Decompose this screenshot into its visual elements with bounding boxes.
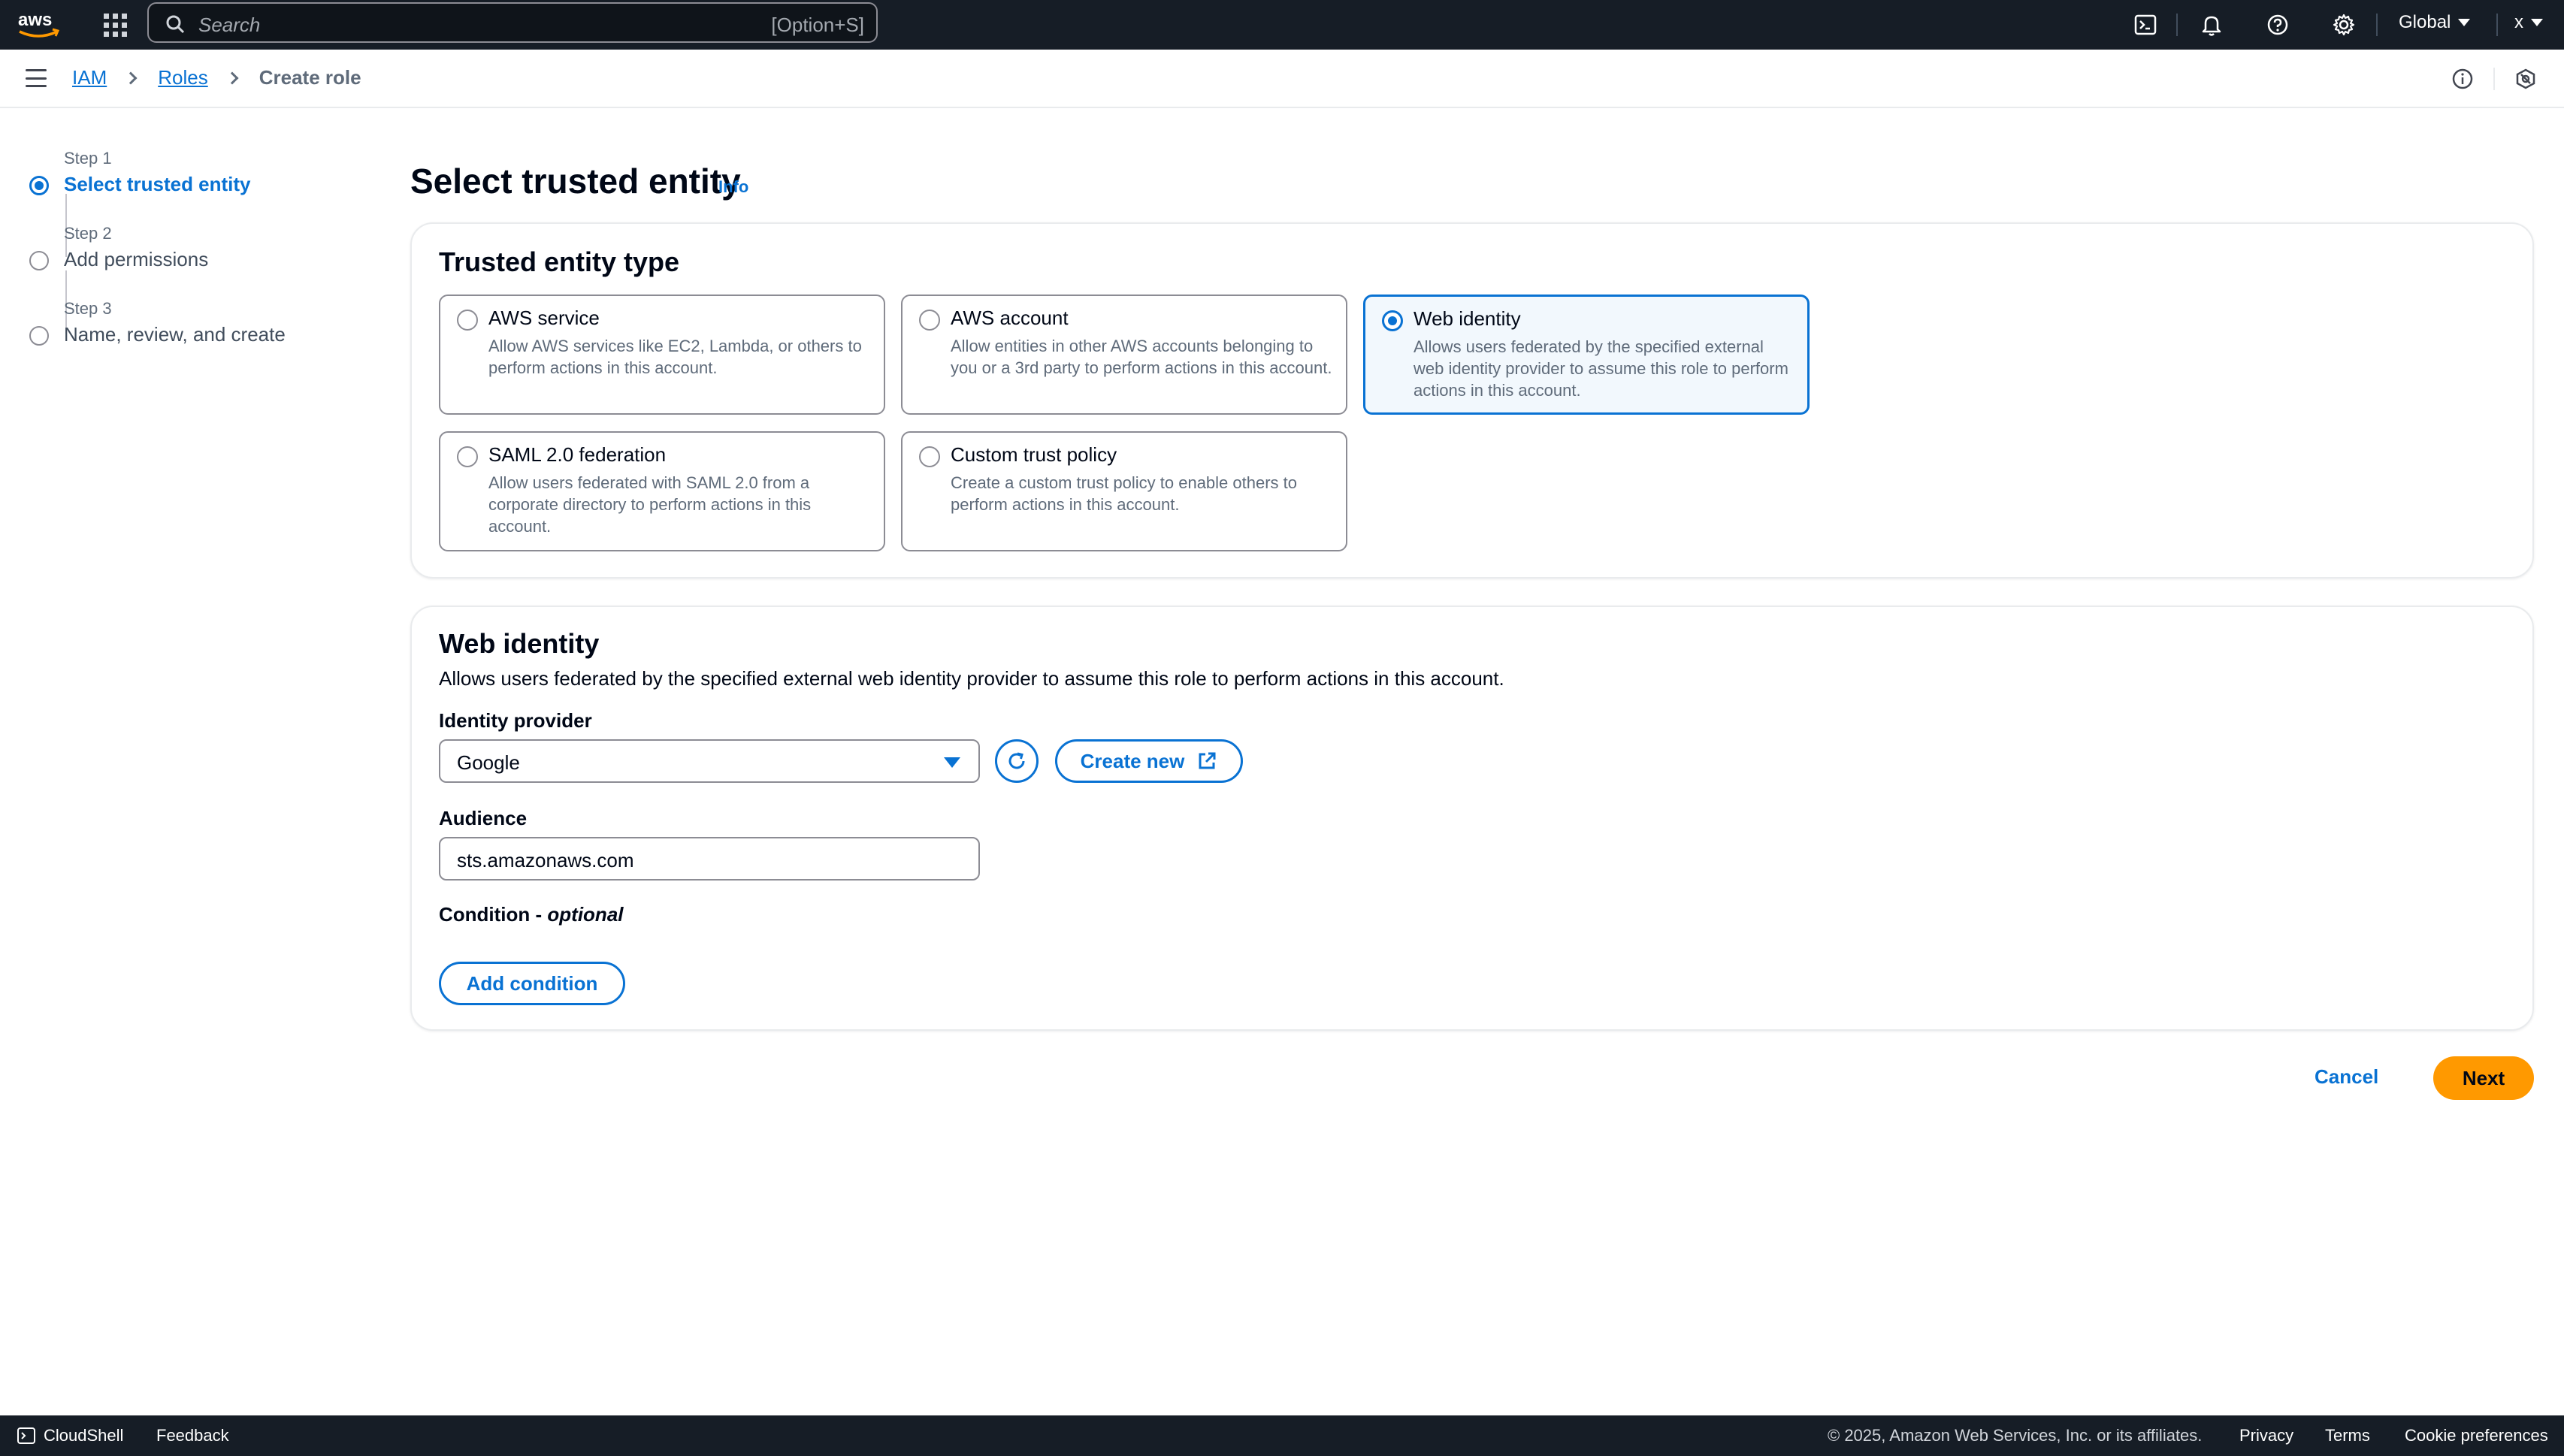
search-icon [166,15,185,34]
option-description: Create a custom trust policy to enable o… [951,473,1298,514]
create-new-label: Create new [1080,749,1185,772]
add-condition-button[interactable]: Add condition [439,962,625,1005]
web-identity-panel: Web identity Allows users federated by t… [410,606,2534,1031]
breadcrumb: IAM Roles Create role [72,66,361,89]
radio-button[interactable] [919,446,940,467]
breadcrumb-chevron-icon [225,71,239,84]
top-navigation: aws Search [Option+S] Global x [0,0,2564,50]
option-custom-trust-policy[interactable]: Custom trust policy Create a custom trus… [901,431,1347,551]
identity-provider-value: Google [457,751,520,774]
option-aws-service[interactable]: AWS service Allow AWS services like EC2,… [439,295,885,415]
cloudshell-link[interactable]: CloudShell [44,1426,123,1445]
section-description: Allows users federated by the specified … [439,667,1504,690]
step-title: Name, review, and create [64,323,286,346]
radio-button[interactable] [457,310,478,331]
privacy-link[interactable]: Privacy [2239,1426,2293,1445]
caret-down-icon [944,757,960,768]
option-web-identity[interactable]: Web identity Allows users federated by t… [1363,295,1810,415]
option-title: Web identity [1414,307,1521,330]
option-title: Custom trust policy [951,443,1117,466]
cookie-preferences-link[interactable]: Cookie preferences [2405,1426,2548,1445]
settings-gear-icon[interactable] [2328,9,2360,41]
trusted-entity-type-panel: Trusted entity type AWS service Allow AW… [410,222,2534,578]
option-description: Allow users federated with SAML 2.0 from… [488,473,812,536]
cancel-button[interactable]: Cancel [2315,1065,2378,1089]
audience-field[interactable]: sts.amazonaws.com [439,837,980,881]
terms-link[interactable]: Terms [2325,1426,2370,1445]
radio-button-selected[interactable] [1382,310,1403,331]
option-title: AWS account [951,307,1069,329]
step-title: Select trusted entity [64,173,251,195]
step-title: Add permissions [64,248,209,270]
notifications-bell-icon[interactable] [2196,9,2227,41]
identity-provider-select[interactable]: Google [439,739,980,783]
breadcrumb-current: Create role [259,66,361,89]
region-selector[interactable]: Global [2399,12,2471,33]
copyright-text: © 2025, Amazon Web Services, Inc. or its… [1828,1426,2203,1445]
radio-button[interactable] [457,446,478,467]
audience-label: Audience [439,807,528,829]
create-new-button[interactable]: Create new [1055,739,1243,783]
help-icon[interactable] [2262,9,2293,41]
radio-button[interactable] [919,310,940,331]
option-title: SAML 2.0 federation [488,443,667,466]
cloudshell-icon[interactable] [2130,9,2161,41]
breadcrumb-roles[interactable]: Roles [158,66,207,89]
section-heading: Web identity [439,628,600,659]
refresh-icon [1008,752,1025,769]
step-indicator-icon [29,326,49,346]
breadcrumb-iam[interactable]: IAM [72,66,107,89]
account-menu[interactable]: x [2514,12,2543,33]
info-link[interactable]: Info [718,177,748,197]
condition-label: Condition - optional [439,903,624,926]
step-label: Step 3 [64,299,112,318]
section-heading: Trusted entity type [439,246,680,277]
refresh-button[interactable] [995,739,1039,783]
breadcrumb-bar: IAM Roles Create role [0,50,2564,108]
help-panel-icon[interactable] [2513,66,2538,92]
services-menu-button[interactable] [101,11,129,39]
external-link-icon [1199,752,1216,769]
identity-provider-label: Identity provider [439,709,592,732]
console-footer: CloudShell Feedback © 2025, Amazon Web S… [0,1415,2564,1456]
option-description: Allow AWS services like EC2, Lambda, or … [488,337,862,377]
audience-value: sts.amazonaws.com [457,849,634,871]
option-saml-federation[interactable]: SAML 2.0 federation Allow users federate… [439,431,885,551]
page-title: Select trusted entity [410,162,741,201]
option-description: Allows users federated by the specified … [1414,337,1788,400]
step-label: Step 2 [64,224,112,243]
feedback-link[interactable]: Feedback [156,1426,229,1445]
svg-text:aws: aws [18,10,52,30]
info-panel-icon[interactable] [2450,66,2475,92]
option-aws-account[interactable]: AWS account Allow entities in other AWS … [901,295,1347,415]
search-placeholder: Search [198,14,261,36]
side-nav-toggle-icon[interactable] [26,69,47,87]
aws-logo[interactable]: aws [17,8,60,41]
search-input[interactable]: Search [Option+S] [147,2,878,43]
breadcrumb-chevron-icon [124,71,138,84]
option-title: AWS service [488,307,600,329]
cloudshell-icon [17,1427,35,1444]
step-label: Step 1 [64,149,112,168]
step-indicator-icon [29,251,49,270]
next-button[interactable]: Next [2433,1056,2534,1100]
search-shortcut: [Option+S] [771,14,864,36]
step-active-indicator-icon [29,176,49,195]
option-description: Allow entities in other AWS accounts bel… [951,337,1332,377]
